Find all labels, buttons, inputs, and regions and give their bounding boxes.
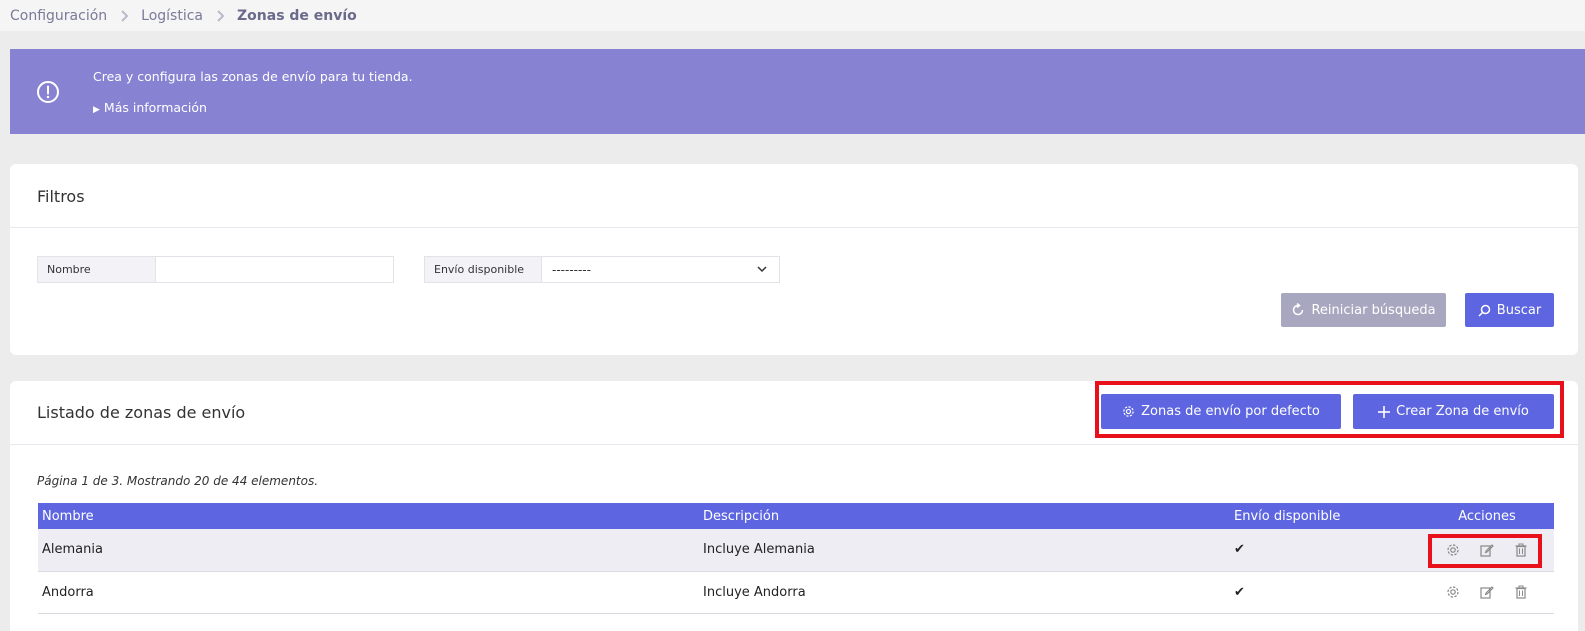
info-banner: Crea y configura las zonas de envío para… xyxy=(10,49,1585,134)
pagination-info: Página 1 de 3. Mostrando 20 de 44 elemen… xyxy=(37,474,319,488)
default-zones-button[interactable]: Zonas de envío por defecto xyxy=(1101,394,1341,429)
column-header-envio-disponible[interactable]: Envío disponible xyxy=(1230,503,1420,529)
highlight-box xyxy=(1428,534,1542,568)
name-filter-label: Nombre xyxy=(38,257,156,282)
reset-search-button[interactable]: Reiniciar búsqueda xyxy=(1281,293,1446,327)
gear-icon[interactable] xyxy=(1446,585,1460,599)
create-zone-button[interactable]: Crear Zona de envío xyxy=(1353,394,1554,429)
cell-description: Incluye Andorra xyxy=(699,571,1230,614)
table-header-row: Nombre Descripción Envío disponible Acci… xyxy=(38,503,1554,529)
divider xyxy=(10,444,1578,445)
breadcrumb-item-zonas-envio: Zonas de envío xyxy=(237,7,357,24)
refresh-icon xyxy=(1293,303,1304,316)
shipping-filter-select[interactable]: --------- xyxy=(542,257,779,282)
cell-available: ✔ xyxy=(1230,529,1420,572)
column-header-acciones: Acciones xyxy=(1420,503,1554,529)
table-row: Andorra Incluye Andorra ✔ xyxy=(38,571,1554,614)
more-info-toggle[interactable]: ▶ Más información xyxy=(93,100,207,115)
triangle-right-icon: ▶ xyxy=(93,105,100,115)
cell-actions xyxy=(1420,529,1554,572)
name-filter-input[interactable] xyxy=(156,257,393,282)
breadcrumb: Configuración Logística Zonas de envío xyxy=(0,0,1585,31)
listing-title: Listado de zonas de envío xyxy=(37,403,246,422)
gear-icon xyxy=(1123,406,1134,417)
column-header-nombre[interactable]: Nombre xyxy=(38,503,699,529)
edit-icon[interactable] xyxy=(1480,585,1494,599)
name-filter: Nombre xyxy=(37,256,394,283)
table-row: Alemania Incluye Alemania ✔ xyxy=(38,529,1554,572)
breadcrumb-item-logistica[interactable]: Logística xyxy=(141,8,203,24)
breadcrumb-item-configuracion[interactable]: Configuración xyxy=(10,8,107,24)
shipping-filter-value: --------- xyxy=(552,262,591,277)
cell-description: Incluye Alemania xyxy=(699,529,1230,572)
trash-icon[interactable] xyxy=(1514,585,1528,599)
shipping-filter: Envío disponible --------- xyxy=(424,256,780,283)
cell-available: ✔ xyxy=(1230,571,1420,614)
reset-search-label: Reiniciar búsqueda xyxy=(1311,302,1436,318)
zones-table: Nombre Descripción Envío disponible Acci… xyxy=(38,503,1554,614)
listing-card: Listado de zonas de envío Zonas de envío… xyxy=(10,381,1578,631)
search-icon xyxy=(1478,304,1491,317)
column-header-descripcion[interactable]: Descripción xyxy=(699,503,1230,529)
shipping-filter-label: Envío disponible xyxy=(425,257,542,282)
default-zones-label: Zonas de envío por defecto xyxy=(1141,404,1320,419)
row-actions xyxy=(1424,585,1550,599)
create-zone-label: Crear Zona de envío xyxy=(1396,404,1529,419)
chevron-right-icon xyxy=(121,9,129,22)
chevron-right-icon xyxy=(217,9,225,22)
search-label: Buscar xyxy=(1496,302,1542,318)
filters-card: Filtros Nombre Envío disponible --------… xyxy=(10,164,1578,355)
search-button[interactable]: Buscar xyxy=(1465,293,1554,327)
chevron-down-icon xyxy=(757,266,767,273)
plus-icon xyxy=(1378,405,1391,418)
alert-circle-icon xyxy=(37,81,59,103)
more-info-label: Más información xyxy=(103,100,207,115)
filters-title: Filtros xyxy=(37,187,85,206)
divider xyxy=(10,227,1578,228)
cell-actions xyxy=(1420,571,1554,614)
cell-name: Andorra xyxy=(38,571,699,614)
info-text: Crea y configura las zonas de envío para… xyxy=(93,69,413,84)
cell-name: Alemania xyxy=(38,529,699,572)
